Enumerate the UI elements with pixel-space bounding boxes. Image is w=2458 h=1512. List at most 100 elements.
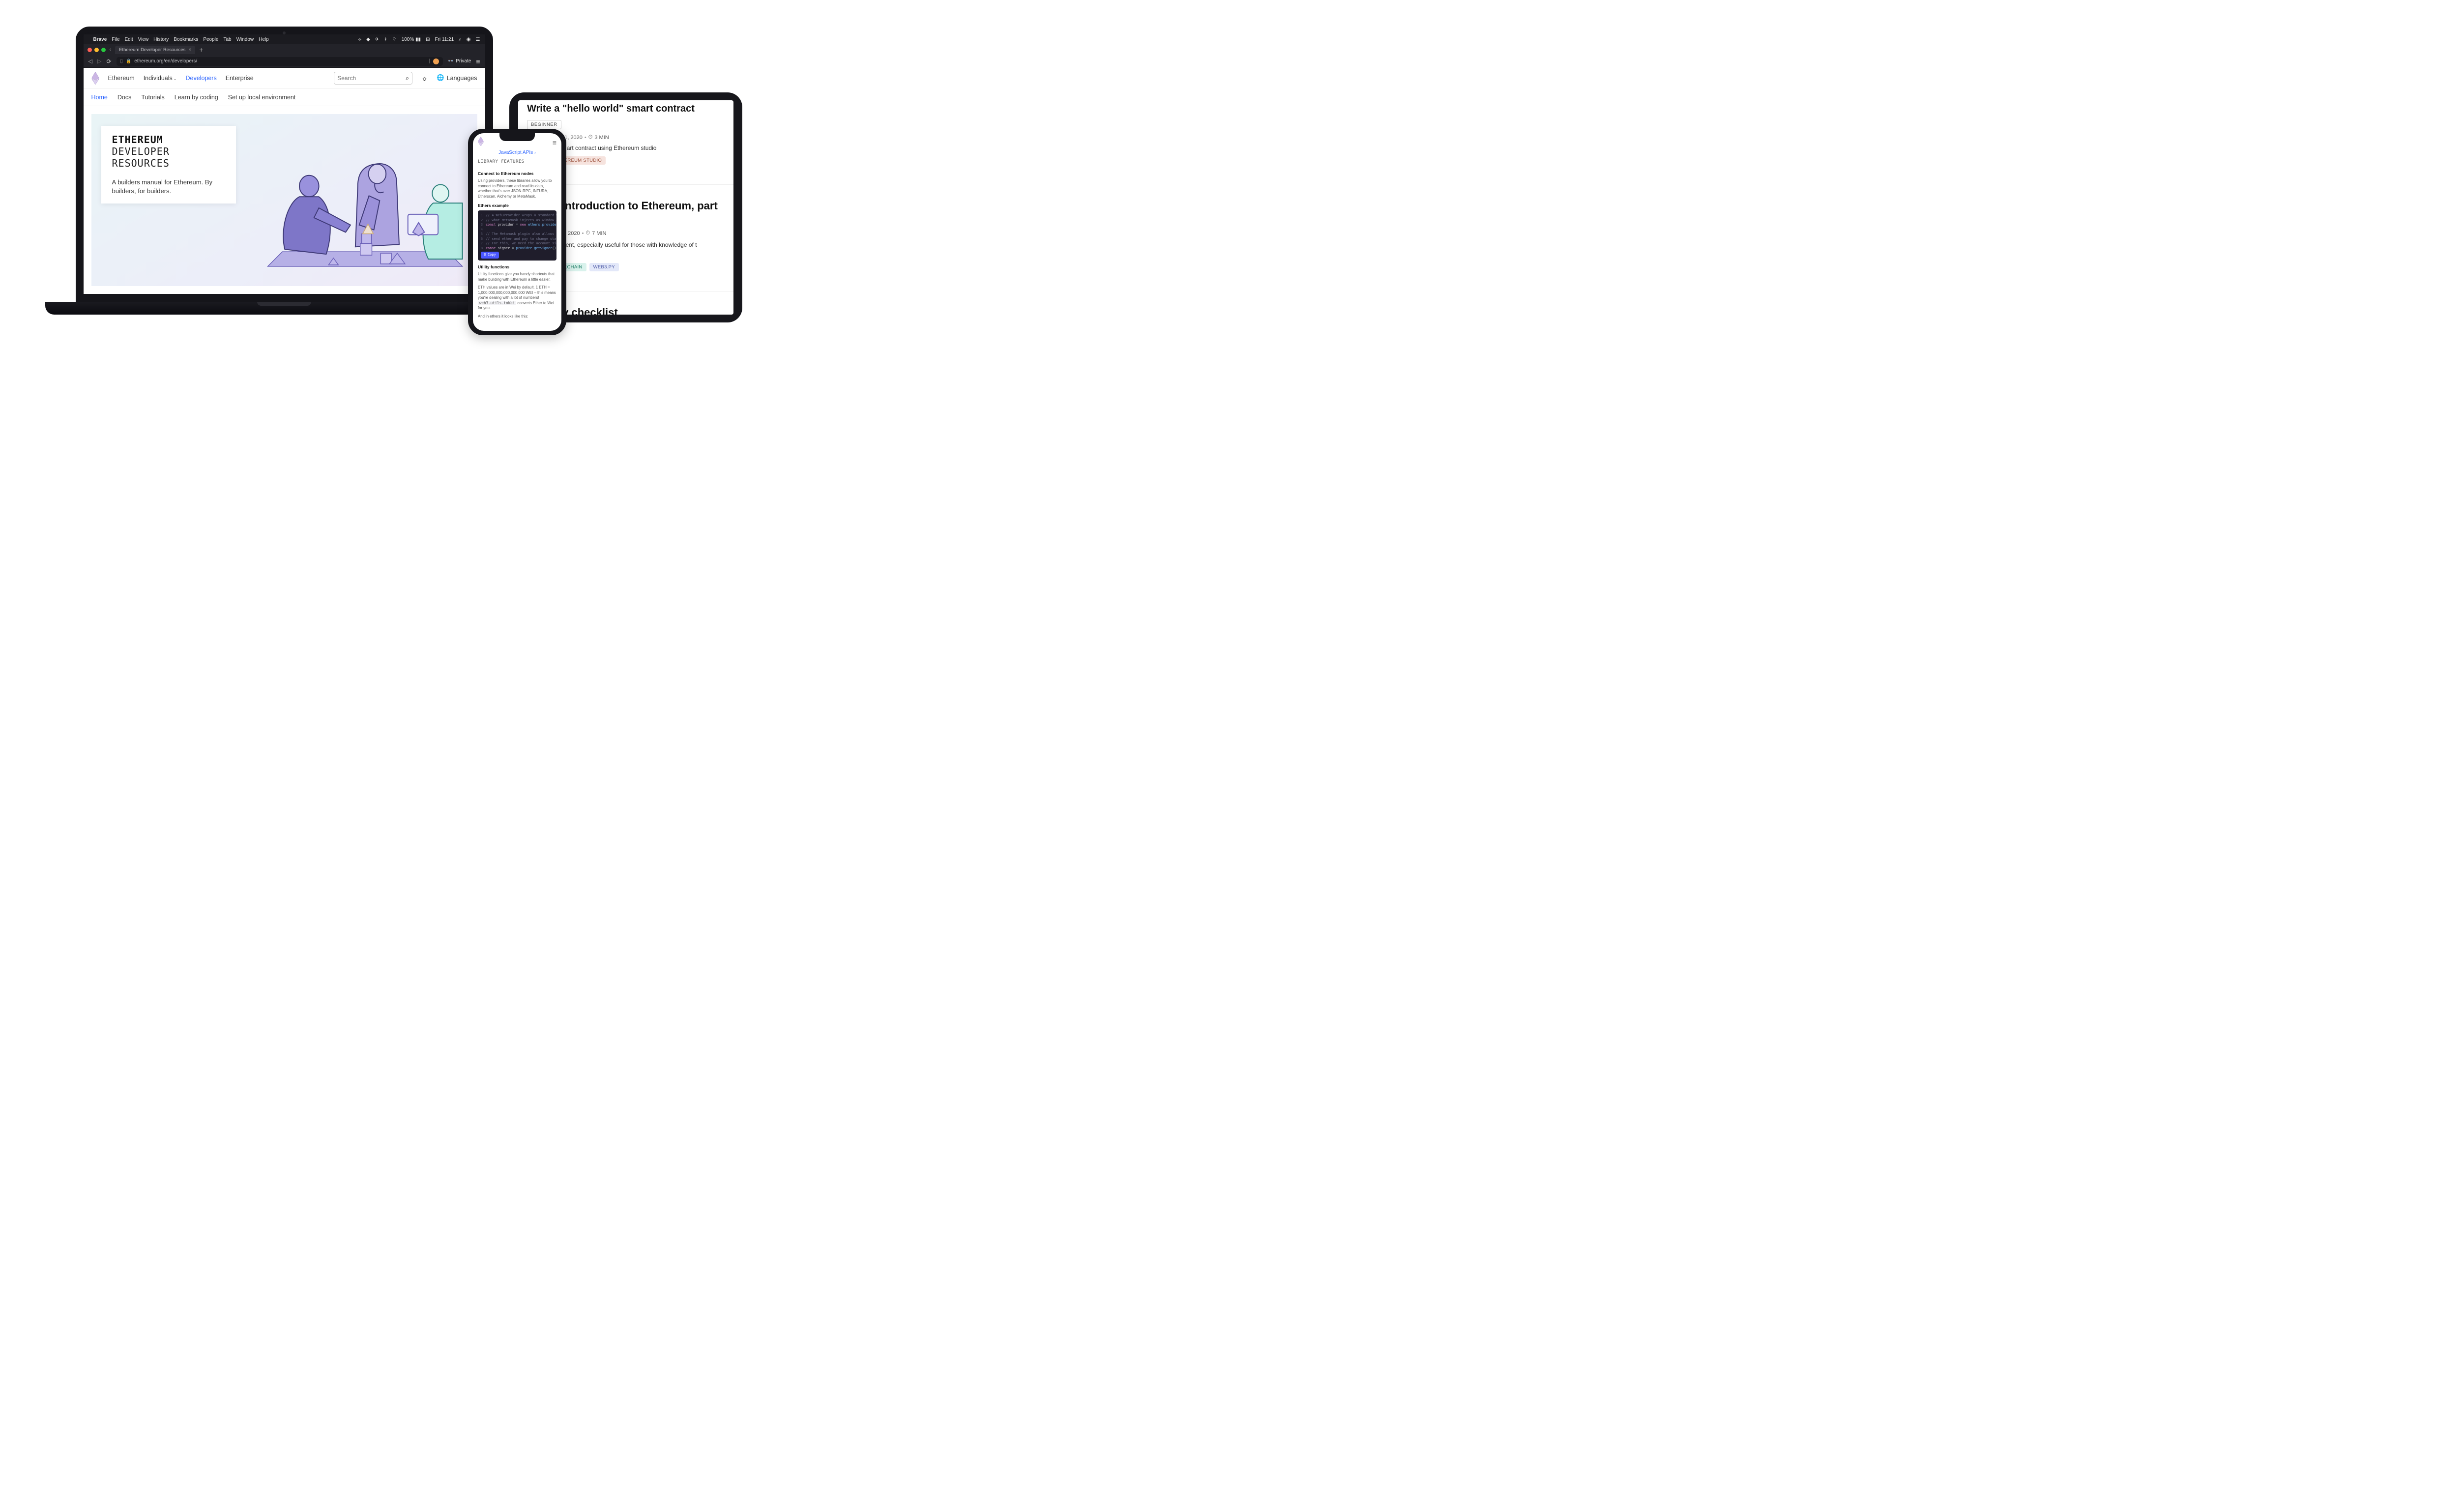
article-title[interactable]: Write a "hello world" smart contract [527,103,725,115]
tab-title: Ethereum Developer Resources [119,47,185,53]
nav-ethereum[interactable]: Ethereum [108,75,135,82]
paragraph-utility: Utility functions give you handy shortcu… [478,272,556,282]
nav-reload-button[interactable]: ⟳ [106,58,111,65]
menu-tab[interactable]: Tab [223,37,231,42]
new-tab-button[interactable]: + [199,46,203,54]
hero-title-line1: ETHEREUM [112,134,225,145]
tray-clock[interactable]: Fri 11:21 [435,37,454,42]
menu-view[interactable]: View [138,37,149,42]
glasses-icon: 👓 [448,58,454,64]
dark-mode-toggle[interactable]: ☼ [421,74,428,82]
menu-file[interactable]: File [112,37,119,42]
menu-history[interactable]: History [153,37,169,42]
hero-card: ETHEREUM DEVELOPER RESOURCES A builders … [101,126,236,204]
hero-title: ETHEREUM DEVELOPER RESOURCES [112,134,225,169]
menu-people[interactable]: People [203,37,218,42]
tray-icon-siri[interactable]: ◉ [467,37,471,42]
tag-web3py[interactable]: WEB3.PY [589,263,619,271]
page-content: Ethereum Individuals⌄ Developers Enterpr… [84,68,485,294]
nav-forward-button[interactable]: ▷ [97,58,101,64]
phone-notch [499,133,535,141]
laptop-body: Brave File Edit View History Bookmarks P… [76,27,493,302]
subnav-learn-by-coding[interactable]: Learn by coding [175,94,218,101]
tray-icon-menu[interactable]: ☰ [476,37,480,42]
code-block[interactable]: 1// A Web3Provider wraps a standard Web3… [478,210,556,261]
private-label: Private [456,58,471,64]
tab-close-button[interactable]: × [188,47,191,53]
heading-ethers-example: Ethers example [478,203,556,208]
phone-content: JavaScript APIs› LIBRARY FEATURES Connec… [473,148,561,331]
brave-shields-icon[interactable] [433,58,439,64]
phone-device: ≡ JavaScript APIs› LIBRARY FEATURES Conn… [468,129,566,335]
heading-utility: Utility functions [478,264,556,269]
url-text: ethereum.org/en/developers/ [134,58,426,64]
nav-developers[interactable]: Developers [185,75,216,82]
subnav-tutorials[interactable]: Tutorials [141,94,164,101]
tray-icon-telegram[interactable]: ✈ [375,37,379,42]
tray-icon-bluetooth[interactable]: ᚼ [384,37,387,42]
reader-mode-icon[interactable]: ▯ [120,58,123,64]
nav-enterprise[interactable]: Enterprise [226,75,254,82]
url-bar[interactable]: ▯ 🔒 ethereum.org/en/developers/ | [117,57,443,66]
private-indicator: 👓 Private [448,58,471,64]
hero-background: ETHEREUM DEVELOPER RESOURCES A builders … [91,114,477,286]
search-icon[interactable]: ⌕ [406,74,409,82]
menu-bookmarks[interactable]: Bookmarks [174,37,198,42]
sidebar-toggle-icon[interactable]: ‹ [110,47,112,53]
lock-icon: 🔒 [126,58,131,64]
ethereum-logo-icon[interactable] [91,72,99,85]
laptop-hinge-notch [257,302,311,306]
subnav-docs[interactable]: Docs [117,94,131,101]
tray-icon-search[interactable]: ⌕ [459,37,462,42]
site-nav: Ethereum Individuals⌄ Developers Enterpr… [84,68,485,88]
window-close-button[interactable] [88,48,92,52]
chevron-right-icon: › [534,150,536,155]
breadcrumb-link[interactable]: JavaScript APIs› [478,150,556,155]
window-controls [88,48,106,52]
laptop-screen: Brave File Edit View History Bookmarks P… [84,34,485,294]
tray-icon-discord[interactable]: ◆ [366,37,370,42]
copy-button[interactable]: ⧉ Copy [481,252,499,259]
ethereum-logo-icon[interactable] [478,137,484,149]
paragraph-wei: ETH values are in Wei by default. 1 ETH … [478,285,556,311]
clock-icon: ⏱ [585,230,590,236]
laptop-camera [283,31,286,34]
paragraph-connect: Using providers, these libraries allow y… [478,178,556,199]
tray-icon-brave[interactable]: ⟡ [358,37,362,42]
nav-back-button[interactable]: ◁ [88,58,92,64]
language-label: Languages [447,75,477,82]
browser-menu-button[interactable]: ≡ [476,58,480,65]
phone-screen: ≡ JavaScript APIs› LIBRARY FEATURES Conn… [473,133,561,331]
subnav-home[interactable]: Home [91,94,108,101]
hero-title-line2: DEVELOPER [112,145,225,157]
hero-section: ETHEREUM DEVELOPER RESOURCES A builders … [84,106,485,294]
menubar-app[interactable]: Brave [93,37,107,42]
chevron-down-icon: ⌄ [174,77,177,81]
window-zoom-button[interactable] [101,48,106,52]
article-duration: 7 MIN [592,231,606,236]
browser-toolbar: ◁ ▷ ⟳ ▯ 🔒 ethereum.org/en/developers/ | … [84,55,485,68]
menubar-left: Brave File Edit View History Bookmarks P… [88,37,269,42]
section-heading: LIBRARY FEATURES [478,159,556,164]
nav-individuals[interactable]: Individuals⌄ [144,75,177,82]
heading-connect: Connect to Ethereum nodes [478,171,556,176]
laptop-device: Brave File Edit View History Bookmarks P… [45,27,523,326]
search-input[interactable] [337,75,391,82]
tray-icon-control-center[interactable]: ⊟ [426,37,430,42]
copy-icon: ⧉ [484,253,486,258]
tray-battery[interactable]: 100% ▮▮ [402,37,421,42]
sub-nav: Home Docs Tutorials Learn by coding Set … [84,88,485,106]
menu-help[interactable]: Help [259,37,269,42]
hamburger-menu-button[interactable]: ≡ [553,139,556,146]
browser-tab[interactable]: Ethereum Developer Resources × [115,46,195,54]
tray-icon-wifi[interactable]: ⌔ [392,36,396,43]
clock-icon: ⏱ [588,134,593,141]
language-switcher[interactable]: 🌐 Languages [437,74,477,82]
subnav-setup-local[interactable]: Set up local environment [228,94,296,101]
hero-title-line3: RESOURCES [112,157,225,169]
menubar-right: ⟡ ◆ ✈ ᚼ ⌔ 100% ▮▮ ⊟ Fri 11:21 ⌕ ◉ ☰ [358,36,480,43]
window-minimize-button[interactable] [94,48,99,52]
menu-window[interactable]: Window [236,37,254,42]
site-search[interactable]: ⌕ [334,72,412,85]
menu-edit[interactable]: Edit [124,37,133,42]
